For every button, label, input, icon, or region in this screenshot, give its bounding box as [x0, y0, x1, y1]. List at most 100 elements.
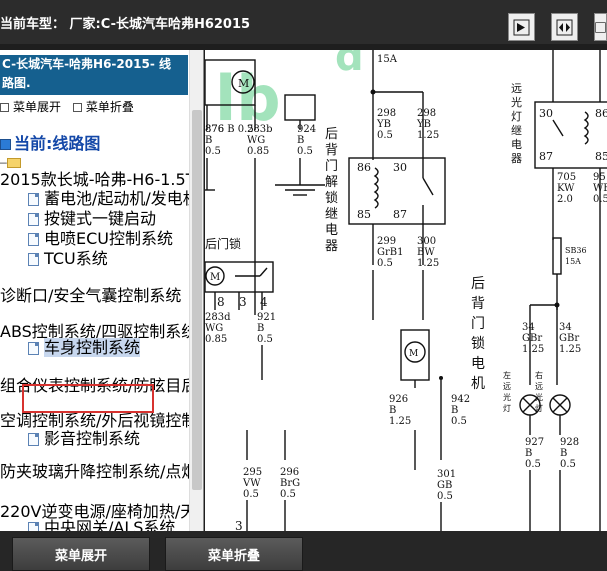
svg-text:M: M	[409, 349, 418, 359]
collapse-icon	[72, 103, 82, 112]
svg-text:WG: WG	[247, 135, 265, 146]
svg-text:0.5: 0.5	[525, 459, 541, 470]
svg-text:GBr: GBr	[522, 333, 542, 344]
svg-text:B: B	[451, 405, 458, 416]
svg-text:928: 928	[560, 437, 579, 448]
svg-text:8: 8	[217, 295, 225, 309]
folder-icon	[6, 157, 21, 168]
svg-text:B: B	[525, 448, 532, 459]
document-icon	[28, 522, 39, 531]
title-bar: 当前车型： 厂家:C-长城汽车哈弗H62015	[0, 0, 607, 44]
expand-menu-link[interactable]: 菜单展开	[0, 98, 61, 115]
document-icon	[28, 433, 39, 446]
collapse-menu-label: 菜单折叠	[85, 100, 134, 114]
svg-text:87: 87	[539, 150, 553, 163]
bottom-bar: 菜单展开 菜单折叠	[0, 531, 607, 571]
root-folder[interactable]: ─	[0, 154, 21, 170]
svg-text:BrG: BrG	[280, 478, 300, 489]
tree-scrollbar[interactable]	[189, 50, 203, 531]
tree-item-label: 空调控制系统/外后视镜控制系统	[0, 411, 203, 430]
svg-text:1.25: 1.25	[559, 344, 581, 355]
tree-scroll-thumb[interactable]	[192, 110, 202, 490]
diagram-svg: lb d M 876 B 0.5 876 B 0.5 283b WG 0.85 …	[205, 50, 607, 531]
prev-page-button[interactable]	[508, 13, 535, 41]
motor-title: 后背门锁电机	[471, 276, 485, 392]
tree-item[interactable]: 中央网关/ALS系统	[28, 520, 175, 531]
svg-text:4: 4	[260, 295, 268, 309]
svg-text:34: 34	[522, 322, 535, 333]
svg-text:30: 30	[539, 107, 553, 120]
svg-text:0.5: 0.5	[560, 459, 576, 470]
panel-header-text: C-长城汽车-哈弗H6-2015- 线 路图.	[2, 57, 171, 90]
svg-text:0.5: 0.5	[280, 489, 296, 500]
svg-text:SB36: SB36	[565, 246, 587, 255]
svg-text:0.5: 0.5	[205, 146, 221, 157]
svg-text:1.25: 1.25	[522, 344, 544, 355]
document-icon	[28, 253, 39, 266]
lamp-left-label: 左远光灯	[503, 370, 511, 413]
next-page-button[interactable]	[594, 13, 607, 41]
bottom-collapse-button[interactable]: 菜单折叠	[165, 537, 303, 571]
svg-text:1.25: 1.25	[389, 416, 411, 427]
svg-text:GrB1: GrB1	[377, 247, 403, 258]
expand-icon	[0, 103, 9, 112]
panel-actions: 菜单展开 菜单折叠	[0, 98, 134, 116]
svg-text:942: 942	[451, 394, 470, 405]
collapse-menu-link[interactable]: 菜单折叠	[72, 98, 134, 115]
svg-text:0.5: 0.5	[243, 489, 259, 500]
door-lock-label: 后门锁	[205, 236, 241, 251]
document-icon	[28, 213, 39, 226]
tree-item[interactable]: 蓄电池/起动机/发电机	[28, 191, 199, 207]
svg-text:YB: YB	[416, 119, 431, 130]
svg-text:0.5: 0.5	[297, 146, 313, 157]
tree-item[interactable]: TCU系统	[28, 251, 108, 267]
svg-text:KW: KW	[557, 183, 575, 194]
tree-item[interactable]: 防夹玻璃升降控制系统/点烟器/	[0, 462, 204, 481]
tree-item[interactable]: 空调控制系统/外后视镜控制系统	[0, 411, 203, 430]
svg-text:B: B	[297, 135, 304, 146]
svg-text:0.85: 0.85	[247, 146, 269, 157]
tree-item[interactable]: 按键式一键启动	[28, 211, 156, 227]
svg-text:M: M	[238, 77, 249, 90]
wiring-diagram[interactable]: lb d M 876 B 0.5 876 B 0.5 283b WG 0.85 …	[205, 50, 607, 531]
current-label: 当前:线路图	[14, 134, 101, 153]
svg-text:0.5: 0.5	[377, 258, 393, 269]
svg-text:705: 705	[557, 172, 576, 183]
svg-text:34: 34	[559, 322, 572, 333]
svg-text:B: B	[560, 448, 567, 459]
tree-item[interactable]: 影音控制系统	[28, 431, 140, 447]
svg-text:1.25: 1.25	[417, 258, 439, 269]
fit-page-icon	[556, 19, 573, 35]
svg-text:YB: YB	[376, 119, 391, 130]
current-model-label: 当前车型： 厂家:C-长城汽车哈弗H62015	[0, 17, 251, 32]
svg-text:0.5: 0.5	[257, 334, 273, 345]
tree-item[interactable]: 电喷ECU控制系统	[28, 231, 173, 247]
svg-text:86: 86	[357, 161, 371, 174]
svg-text:d: d	[335, 50, 364, 80]
tree-item-label: 蓄电池/起动机/发电机	[44, 189, 199, 208]
tree-item-label: 防夹玻璃升降控制系统/点烟器/	[0, 462, 204, 481]
tree-item[interactable]: 2015款长城-哈弗-H6-1.5T-手自一	[0, 170, 203, 189]
svg-text:86: 86	[595, 107, 607, 120]
svg-text:927: 927	[525, 437, 544, 448]
tree-item-selected[interactable]: 车身控制系统	[28, 338, 141, 357]
panel-header: C-长城汽车-哈弗H6-2015- 线 路图.	[0, 55, 188, 95]
svg-text:GB: GB	[437, 480, 452, 491]
fit-page-button[interactable]	[551, 13, 578, 41]
svg-text:301: 301	[437, 469, 456, 480]
tree-item-label: 影音控制系统	[44, 429, 141, 448]
tree-item-label: 中央网关/ALS系统	[44, 518, 176, 532]
next-page-icon	[595, 21, 606, 33]
tree-item[interactable]: 诊断口/安全气囊控制系统	[0, 288, 181, 304]
svg-text:3: 3	[239, 295, 247, 309]
svg-text:BW: BW	[417, 247, 435, 258]
watermark-logo: lb d	[215, 50, 364, 135]
svg-text:2.0: 2.0	[557, 194, 573, 205]
document-icon	[28, 233, 39, 246]
tree-item-label: 2015款长城-哈弗-H6-1.5T-手自一	[0, 170, 203, 189]
svg-text:B: B	[389, 405, 396, 416]
svg-text:B: B	[205, 135, 212, 146]
svg-text:299: 299	[377, 236, 396, 247]
current-node[interactable]: 当前:线路图	[0, 136, 100, 152]
bottom-expand-button[interactable]: 菜单展开	[12, 537, 150, 571]
